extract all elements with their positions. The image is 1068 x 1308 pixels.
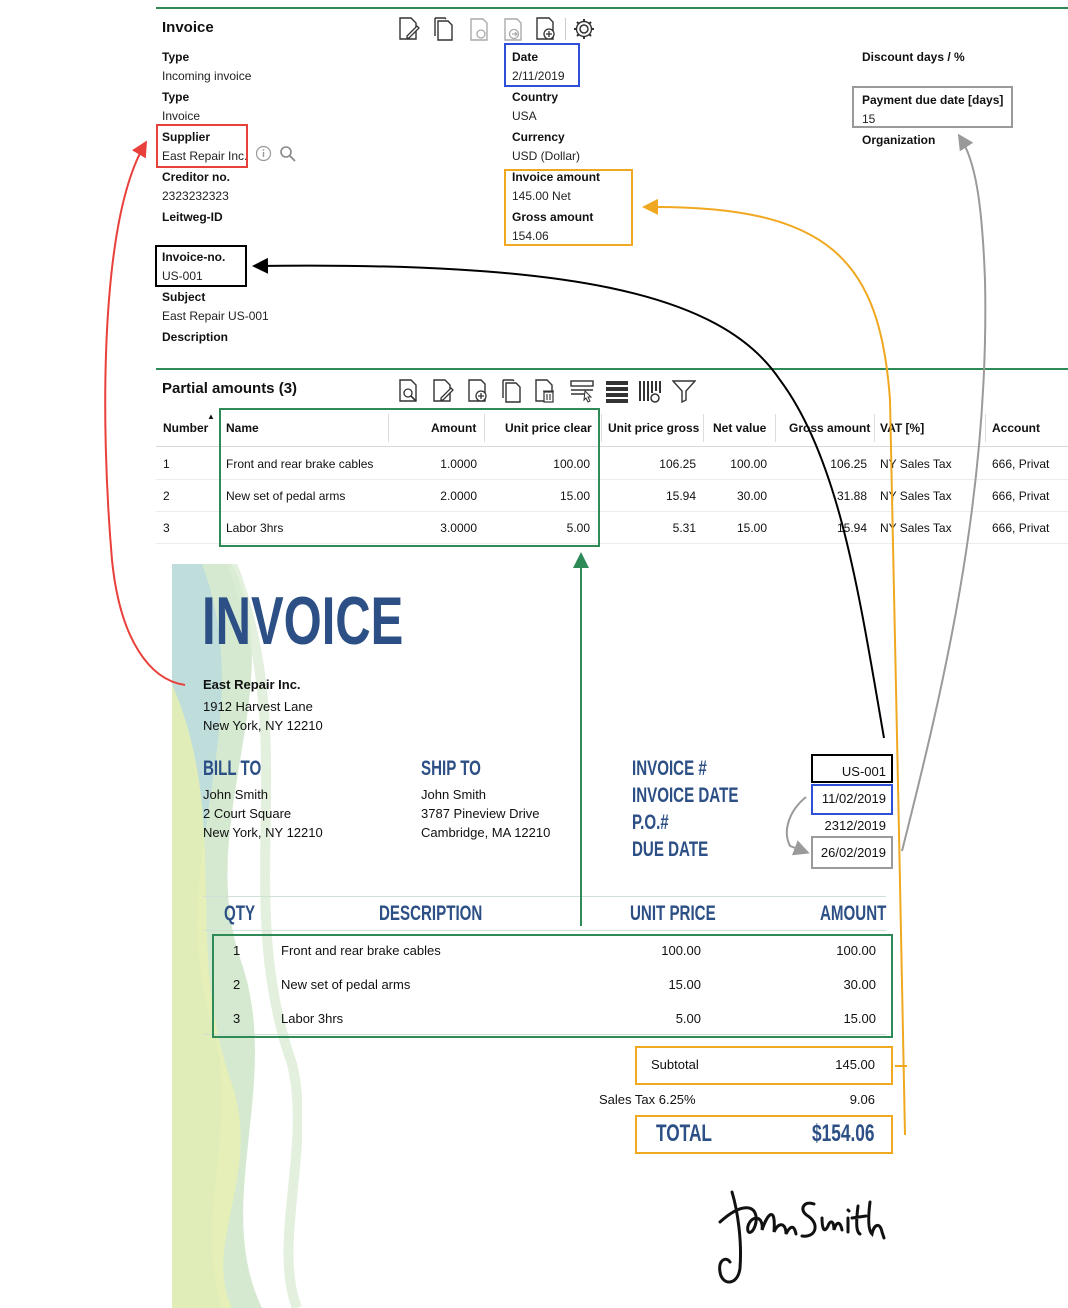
date-to-due-arrow bbox=[785, 796, 810, 856]
due-date-arrow bbox=[901, 133, 987, 852]
connector-arrows bbox=[104, 133, 987, 1136]
invoice-no-arrow bbox=[252, 257, 885, 739]
supplier-arrow bbox=[104, 140, 186, 686]
gross-amount-arrow bbox=[642, 198, 906, 1136]
